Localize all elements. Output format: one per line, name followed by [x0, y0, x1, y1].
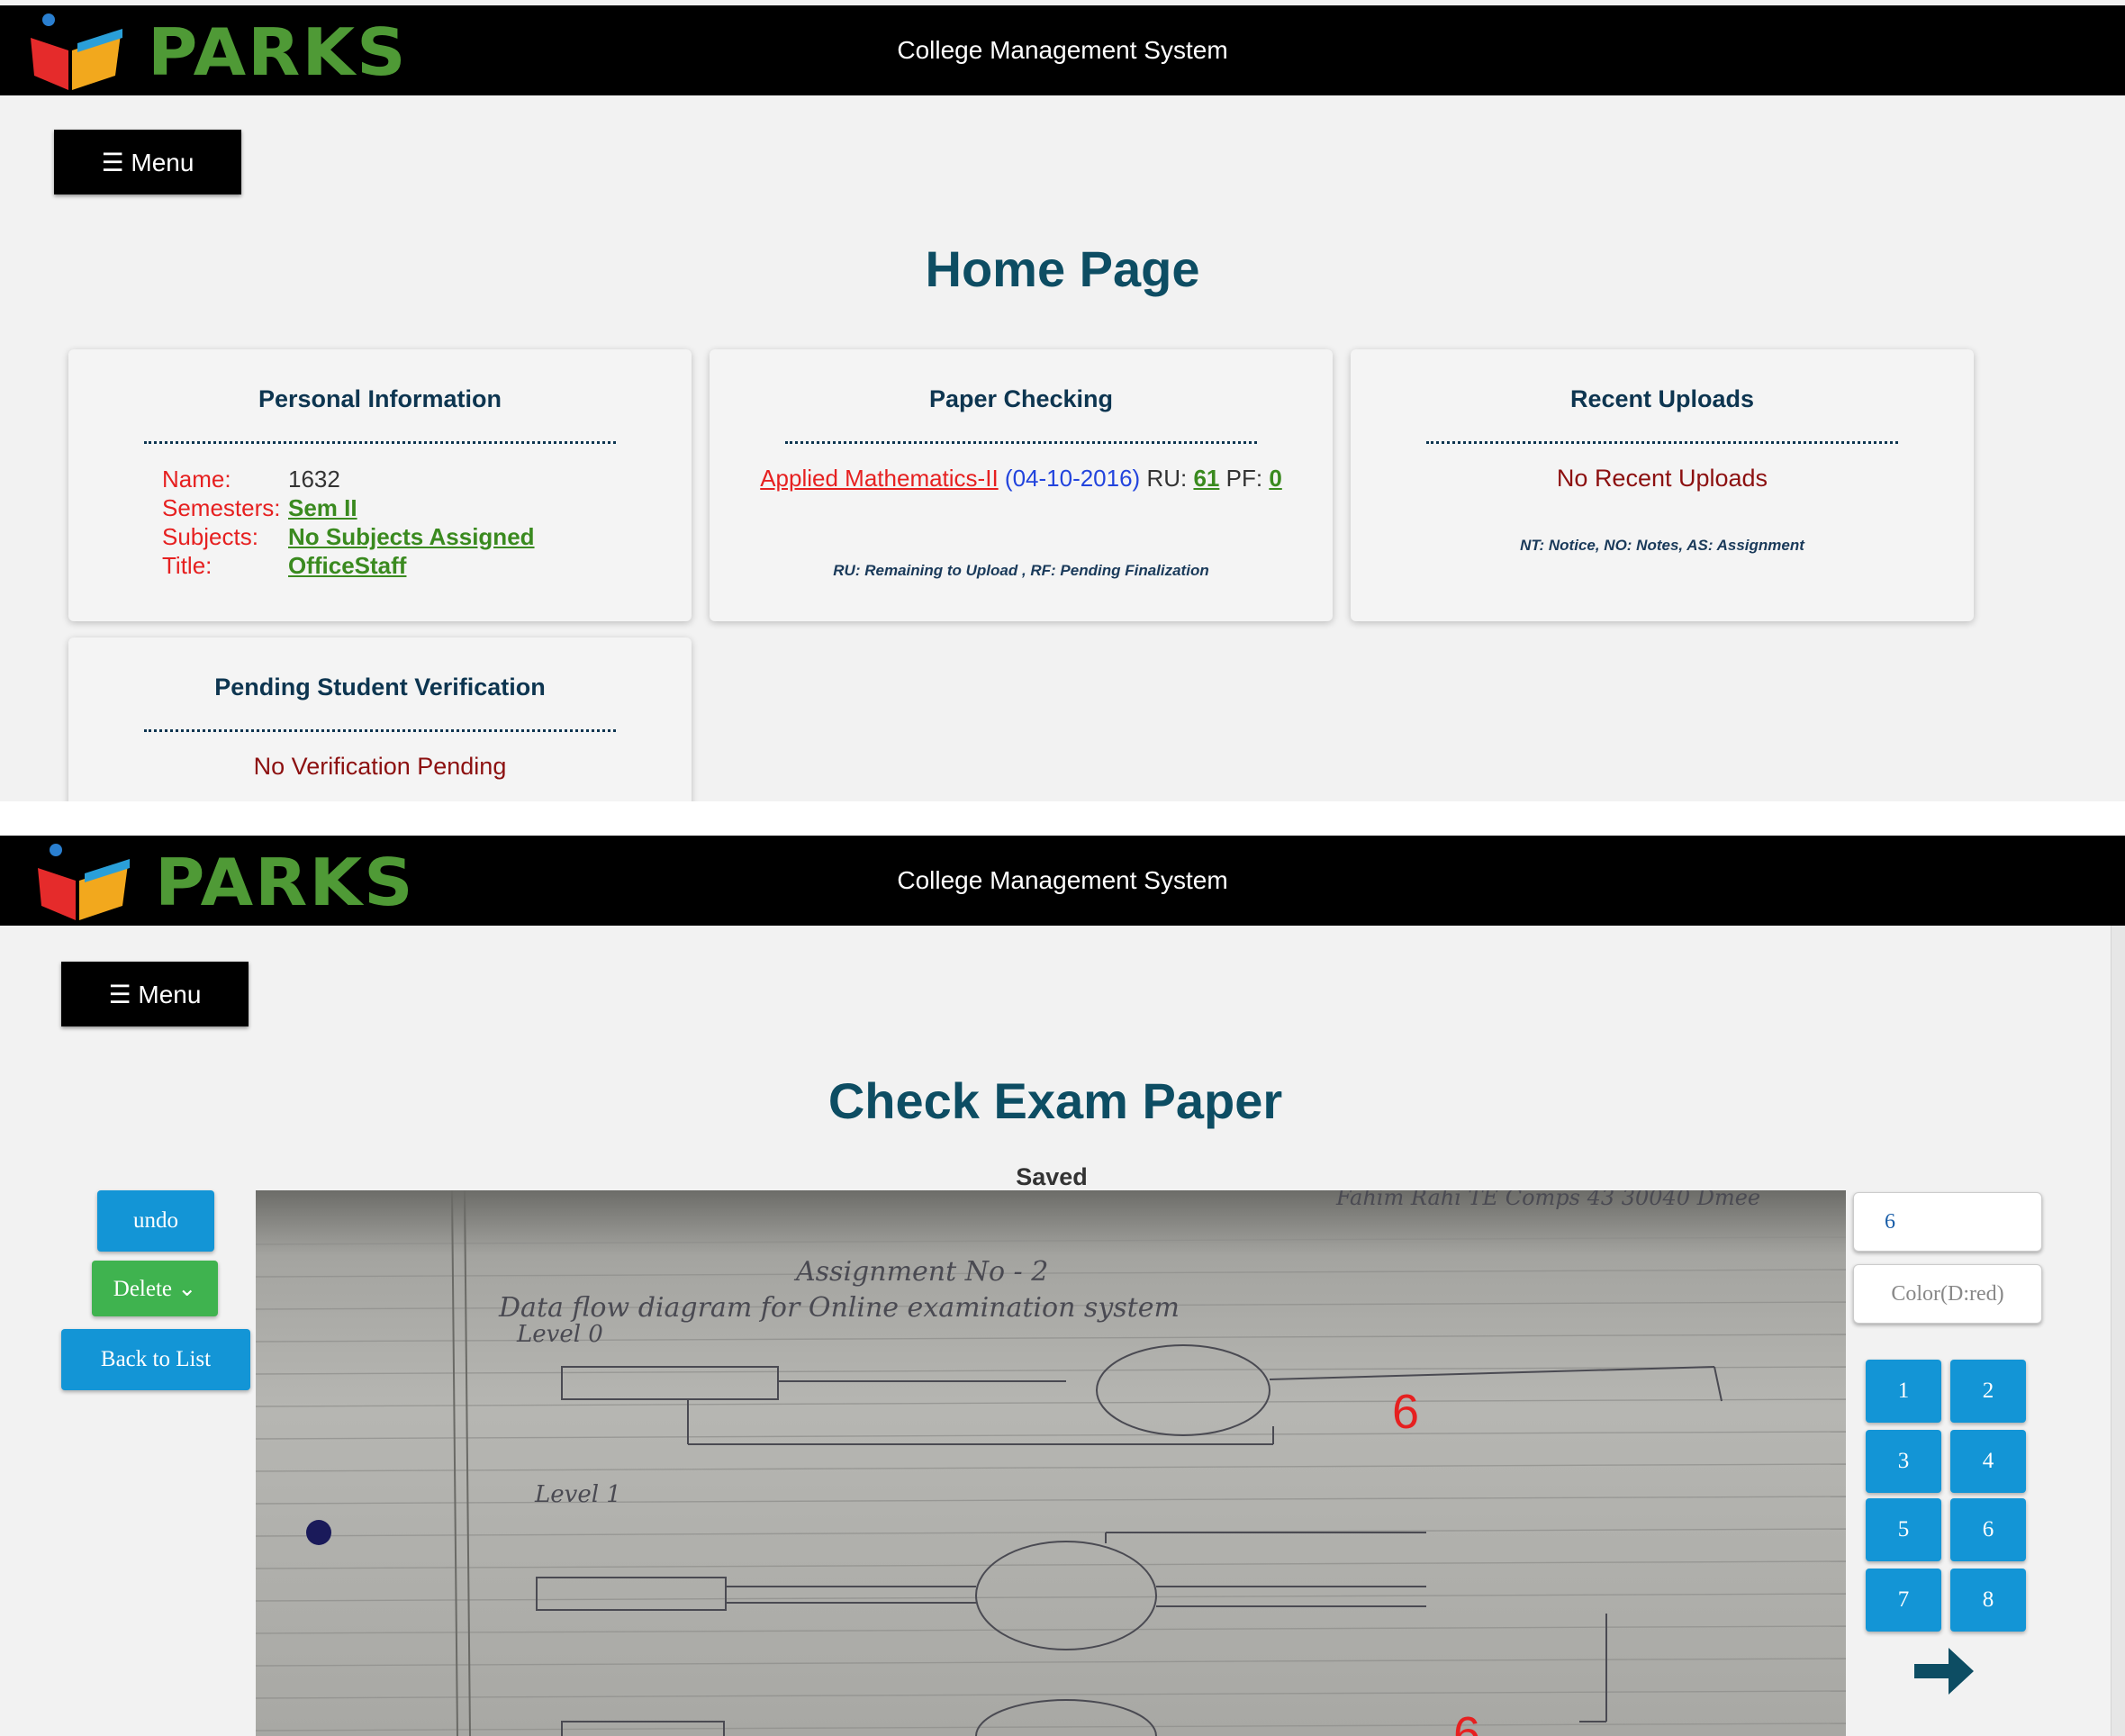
mark-button-6[interactable]: 6: [1950, 1498, 2026, 1561]
student-details-text: Fahim Rahi TE Comps 43 30040 Dmee: [1335, 1190, 1760, 1210]
title-label: Title:: [162, 552, 212, 579]
card-title: Paper Checking: [928, 385, 1114, 412]
menu-label: ☰ Menu: [101, 148, 194, 176]
divider: [1426, 441, 1898, 444]
system-title: College Management System: [897, 36, 1228, 64]
mark-button-8[interactable]: 8: [1950, 1569, 2026, 1632]
name-row: Name: 1632: [162, 465, 340, 493]
pf-value-link[interactable]: 0: [1269, 465, 1281, 492]
semesters-link[interactable]: Sem II: [288, 494, 357, 521]
top-navbar: PARKS College Management System: [0, 836, 2125, 926]
delete-dropdown-button[interactable]: Delete ⌄: [92, 1261, 218, 1316]
question-text: Data flow diagram for Online examination…: [498, 1292, 1180, 1324]
menu-label: ☰ Menu: [108, 980, 202, 1008]
color-input[interactable]: Color(D:red): [1853, 1264, 2042, 1324]
mark-button-7[interactable]: 7: [1866, 1569, 1941, 1632]
mark-annotation: 6: [1392, 1385, 1419, 1439]
recent-uploads-card: Recent Uploads No Recent Uploads NT: Not…: [1351, 349, 1974, 621]
personal-info-card: Personal Information Name: 1632 Semesters…: [68, 349, 692, 621]
semesters-label: Semesters:: [162, 494, 281, 521]
mark-button-2[interactable]: 2: [1950, 1360, 2026, 1423]
mark-button-4[interactable]: 4: [1950, 1430, 2026, 1493]
divider: [144, 441, 616, 444]
system-title: College Management System: [897, 866, 1228, 894]
paper-checking-card: Paper Checking Applied Mathematics-II (0…: [710, 349, 1333, 621]
empty-message: No Verification Pending: [253, 753, 507, 780]
next-page-arrow-icon[interactable]: [1909, 1637, 1977, 1705]
level1-text: Level 1: [534, 1481, 621, 1508]
marks-value: 6: [1885, 1209, 1895, 1234]
subject-date: (04-10-2016): [1004, 465, 1141, 492]
name-value: 1632: [288, 466, 340, 493]
vertical-scrollbar[interactable]: [2111, 926, 2125, 1736]
top-navbar: PARKS College Management System: [0, 5, 2125, 95]
handwritten-answer-image: Fahim Rahi TE Comps 43 30040 Dmee Assign…: [256, 1190, 1846, 1736]
pending-verification-card: Pending Student Verification No Verifica…: [68, 637, 692, 801]
answer-sheet-canvas[interactable]: Fahim Rahi TE Comps 43 30040 Dmee Assign…: [256, 1190, 1846, 1736]
ru-label: RU:: [1146, 465, 1188, 492]
pf-label: PF:: [1225, 465, 1263, 492]
abbreviation-legend: NT: Notice, NO: Notes, AS: Assignment: [1520, 537, 1804, 554]
title-row: Title: OfficeStaff: [162, 551, 406, 580]
empty-message: No Recent Uploads: [1556, 465, 1768, 492]
page-title: Home Page: [925, 240, 1200, 297]
mark-button-3[interactable]: 3: [1866, 1430, 1941, 1493]
abbreviation-legend: RU: Remaining to Upload , RF: Pending Fi…: [833, 562, 1209, 579]
subjects-row: Subjects: No Subjects Assigned: [162, 522, 535, 551]
subjects-label: Subjects:: [162, 523, 258, 550]
menu-button[interactable]: ☰ Menu: [61, 962, 249, 1026]
title-link[interactable]: OfficeStaff: [288, 552, 406, 579]
home-page-screen: PARKS College Management System ☰ Menu H…: [0, 0, 2125, 801]
mark-button-5[interactable]: 5: [1866, 1498, 1941, 1561]
page-title: Check Exam Paper: [827, 1072, 1283, 1129]
subject-link[interactable]: Applied Mathematics-II: [760, 465, 998, 492]
divider: [785, 441, 1257, 444]
mark-annotation: 6: [1453, 1707, 1480, 1736]
paper-checking-entry: Applied Mathematics-II (04-10-2016) RU: …: [710, 465, 1333, 493]
level0-text: Level 0: [516, 1321, 603, 1348]
semesters-row: Semesters: Sem II: [162, 493, 357, 522]
save-status: Saved: [1016, 1163, 1088, 1190]
card-title: Personal Information: [258, 385, 502, 412]
ru-value-link[interactable]: 61: [1193, 465, 1219, 492]
marks-input[interactable]: 6: [1853, 1192, 2042, 1252]
card-title: Pending Student Verification: [214, 674, 546, 701]
check-exam-paper-screen: PARKS College Management System ☰ Menu C…: [0, 836, 2125, 1736]
back-to-list-button[interactable]: Back to List: [61, 1329, 250, 1390]
color-placeholder: Color(D:red): [1891, 1281, 2004, 1306]
card-title: Recent Uploads: [1569, 385, 1755, 412]
menu-button[interactable]: ☰ Menu: [54, 130, 241, 194]
divider: [144, 729, 616, 732]
subjects-link[interactable]: No Subjects Assigned: [288, 523, 535, 550]
name-label: Name:: [162, 466, 231, 493]
assignment-heading-text: Assignment No - 2: [793, 1256, 1048, 1288]
undo-button[interactable]: undo: [97, 1190, 214, 1252]
mark-button-1[interactable]: 1: [1866, 1360, 1941, 1423]
